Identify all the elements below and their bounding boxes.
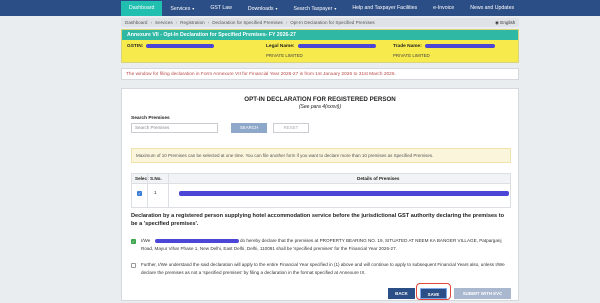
- declaration-form: OPT-IN DECLARATION FOR REGISTERED PERSON…: [121, 88, 519, 301]
- legal-name-value: PRIVATE LIMITED: [266, 53, 303, 58]
- trade-name-value: PRIVATE LIMITED: [393, 53, 430, 58]
- consent-declaration-2: Further, I/We understand the said declar…: [131, 261, 511, 277]
- nav-item-e-invoice[interactable]: e-Invoice: [425, 1, 462, 16]
- legal-name-label: Legal Name:: [266, 44, 295, 49]
- header-details: Details of Premises: [357, 176, 400, 181]
- reset-button[interactable]: RESET: [273, 123, 309, 133]
- page-subtitle: (See para 4(xxxvi)): [298, 104, 342, 110]
- chevron-down-icon: ▾: [275, 6, 278, 11]
- table-header: Select S.No. Details of Premises: [132, 174, 510, 184]
- search-premises-label: Search Premises: [131, 116, 170, 121]
- filing-window-text: The window for filing declaration in For…: [126, 72, 396, 77]
- premises-table: Select S.No. Details of Premises ✓ 1: [131, 173, 511, 208]
- breadcrumb-item[interactable]: Services: [155, 20, 173, 25]
- breadcrumb-item[interactable]: Registration: [180, 20, 205, 25]
- breadcrumb-item[interactable]: Declaration for Specified Premises: [212, 20, 282, 25]
- filing-window-notice: The window for filing declaration in For…: [121, 68, 519, 80]
- back-button[interactable]: BACK: [388, 288, 415, 299]
- premises-details-redaction: [179, 191, 509, 196]
- consent-1-checkbox[interactable]: ✓: [131, 239, 136, 244]
- consent-2-text: Further, I/We understand the said declar…: [141, 262, 505, 275]
- language-selector[interactable]: ◉ English: [495, 18, 515, 27]
- trade-name-redaction: [424, 43, 495, 48]
- nav-item-label: Search Taxpayer: [293, 6, 333, 12]
- page-title: OPT-IN DECLARATION FOR REGISTERED PERSON: [244, 96, 396, 103]
- name-redaction: [154, 238, 239, 243]
- breadcrumb-item[interactable]: Dashboard: [125, 20, 147, 25]
- form-title: Annexure VII - Opt-In Declaration for Sp…: [122, 30, 518, 40]
- gstin-field: GSTIN:: [127, 43, 215, 49]
- nav-item-gst-law[interactable]: GST Law: [202, 1, 240, 16]
- chevron-down-icon: ▾: [192, 6, 195, 11]
- nav-item-label: e-Invoice: [433, 5, 455, 11]
- trade-name-label: Trade Name:: [393, 44, 422, 49]
- save-highlight-marker: [416, 283, 451, 300]
- nav-item-search-taxpayer[interactable]: Search Taxpayer ▾: [286, 1, 345, 16]
- nav-item-dashboard[interactable]: Dashboard: [121, 1, 163, 16]
- declaration-heading: Declaration by a registered person suppl…: [131, 213, 505, 227]
- top-navigation-bar: Dashboard Services ▾ GST Law Downloads ▾ Searc…: [0, 0, 600, 16]
- row-select-checkbox[interactable]: ✓: [137, 191, 142, 196]
- search-premises-input[interactable]: Search Premises: [131, 123, 218, 133]
- main-menu: Dashboard Services ▾ GST Law Downloads ▾ Searc…: [121, 1, 522, 16]
- nav-item-downloads[interactable]: Downloads ▾: [240, 1, 286, 16]
- consent-1-text: I/We do hereby declare that the premises…: [131, 237, 511, 253]
- max-premises-info: Maximum of 10 Premises can be selected a…: [131, 148, 511, 163]
- legal-name-field: Legal Name: PRIVATE LIMITED: [266, 43, 376, 58]
- trade-name-field: Trade Name: PRIVATE LIMITED: [393, 43, 495, 58]
- globe-icon: ◉: [495, 20, 500, 25]
- search-button[interactable]: SEARCH: [231, 123, 267, 133]
- nav-item-help-and-taxpayer-facilities[interactable]: Help and Taxpayer Facilities: [344, 1, 425, 16]
- gstin-redaction: [146, 43, 215, 48]
- nav-item-label: Downloads: [247, 6, 274, 12]
- breadcrumb-separator-icon: ›: [207, 20, 210, 25]
- nav-item-services[interactable]: Services ▾: [162, 1, 202, 16]
- nav-item-label: GST Law: [210, 5, 232, 11]
- taxpayer-details: GSTIN: Legal Name: PRIVATE LIMITED Trade…: [127, 43, 513, 61]
- breadcrumb-item: Opt-In Declaration for Specified Premise…: [290, 20, 375, 25]
- legal-name-redaction: [297, 43, 376, 48]
- nav-item-label: Services: [170, 6, 191, 12]
- chevron-down-icon: ▾: [334, 6, 337, 11]
- submit-with-evc-button[interactable]: SUBMIT WITH EVC: [454, 288, 511, 299]
- row-sno: 1: [154, 190, 157, 195]
- header-sno: S.No.: [150, 176, 162, 181]
- breadcrumb-separator-icon: ›: [285, 20, 288, 25]
- gstin-label: GSTIN:: [127, 44, 144, 49]
- consent-1-prefix: I/We: [141, 238, 151, 243]
- consent-2-checkbox[interactable]: [131, 263, 136, 268]
- nav-item-label: News and Updates: [470, 5, 515, 11]
- taxpayer-header: Annexure VII - Opt-In Declaration for Sp…: [121, 29, 519, 63]
- breadcrumb: Dashboard › Services › Registration › Declarat…: [121, 18, 519, 27]
- nav-item-label: Dashboard: [129, 5, 155, 11]
- nav-item-news-and-updates[interactable]: News and Updates: [462, 1, 522, 16]
- breadcrumb-separator-icon: ›: [150, 20, 153, 25]
- language-label: English: [500, 20, 516, 25]
- consent-declaration-1: ✓ I/We do hereby declare that the premis…: [131, 237, 511, 253]
- nav-item-label: Help and Taxpayer Facilities: [352, 5, 418, 11]
- breadcrumb-separator-icon: ›: [175, 20, 178, 25]
- table-row: ✓ 1: [132, 184, 510, 208]
